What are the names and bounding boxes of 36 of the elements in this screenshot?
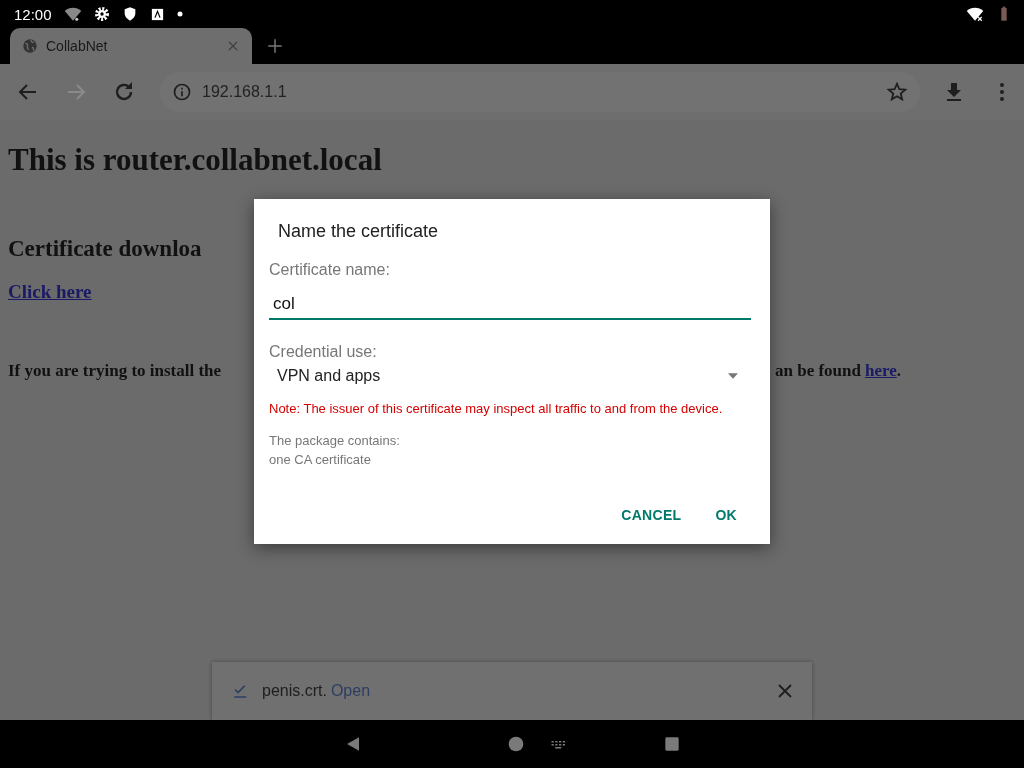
page-heading: This is router.collabnet.local [8,142,382,178]
globe-icon [22,38,38,54]
browser-tab[interactable]: CollabNet [10,28,252,64]
paragraph-text: If you are trying to install the [8,360,222,382]
file-name: penis.crt. [262,682,327,700]
field-label: Certificate name: [269,260,391,280]
home-icon[interactable] [508,736,524,752]
address-bar[interactable]: 192.168.1.1 [160,72,920,112]
dialog-title: Name the certificate [278,220,440,243]
paragraph-text: an be found [775,360,861,382]
close-icon[interactable] [776,682,794,700]
ok-button[interactable]: OK [707,499,745,531]
close-icon[interactable] [226,39,240,53]
caret-icon [727,372,739,380]
open-link[interactable]: Open [330,682,371,700]
download-link[interactable]: Click here [8,280,92,304]
app-icon [149,6,165,22]
cancel-button[interactable]: CANCEL [613,499,690,531]
settings-icon [93,6,110,22]
wifi-icon [63,5,82,23]
package-item: one CA certificate [269,451,372,469]
star-icon[interactable] [886,81,908,103]
new-tab-icon[interactable] [266,37,284,55]
here-link[interactable]: here [865,360,897,382]
dot-icon [176,11,183,17]
clock: 12:00 [14,5,52,23]
section-heading: Certificate downloa [8,235,202,263]
period-text: . [896,360,902,382]
overview-icon[interactable] [664,736,680,752]
field-label: Credential use: [269,342,378,362]
package-label: The package contains: [269,432,401,450]
credential-dropdown[interactable]: VPN and apps [269,362,755,386]
warning-text: Note: The issuer of this certificate may inspect all traffic to and from the device. [269,400,724,418]
name-field[interactable]: col [269,290,751,320]
wifi-icon [966,5,984,23]
info-icon[interactable] [172,82,192,102]
